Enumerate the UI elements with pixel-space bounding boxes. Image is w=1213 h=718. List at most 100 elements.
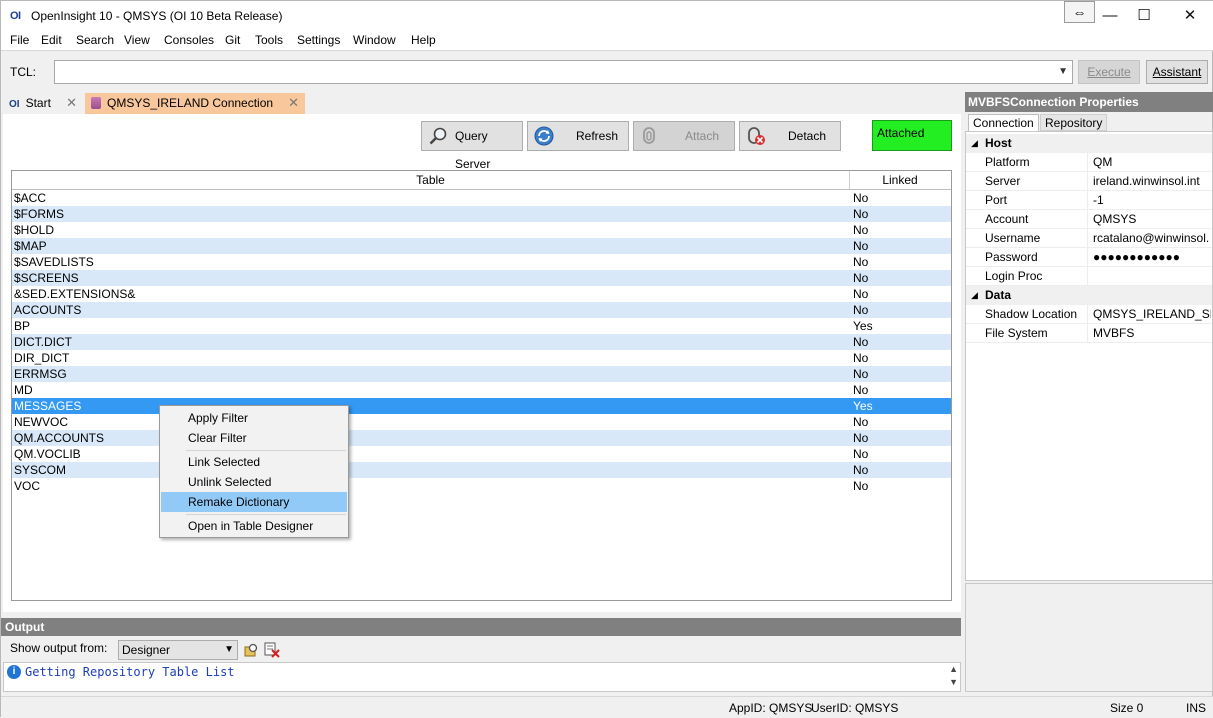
menu-item-open-table-designer[interactable]: Open in Table Designer	[161, 516, 347, 536]
property-value[interactable]: MVBFS	[1093, 324, 1211, 343]
chevron-down-icon[interactable]: ▼	[1058, 66, 1068, 77]
property-value[interactable]: QMSYS_IRELAND_SHA	[1093, 305, 1211, 324]
table-row[interactable]: ACCOUNTS No	[12, 302, 951, 318]
cell-table: MESSAGES	[14, 399, 82, 413]
cell-table: VOC	[14, 479, 41, 493]
property-name: Server	[985, 172, 1088, 191]
category-data[interactable]: ◢ Data	[966, 286, 1212, 305]
cell-linked: No	[853, 271, 869, 285]
find-output-icon[interactable]	[243, 642, 259, 658]
cell-linked: No	[853, 351, 869, 365]
property-value[interactable]: QMSYS	[1093, 210, 1211, 229]
table-row[interactable]: $SAVEDLISTS No	[12, 254, 951, 270]
menu-git[interactable]: Git	[225, 33, 240, 47]
close-icon[interactable]: ✕	[66, 93, 77, 113]
category-host[interactable]: ◢ Host	[966, 134, 1212, 153]
table-row[interactable]: $MAP No	[12, 238, 951, 254]
output-log[interactable]: i Getting Repository Table List ▲ ▼	[3, 662, 961, 692]
menu-search[interactable]: Search	[76, 33, 114, 47]
property-value[interactable]: ●●●●●●●●●●●●	[1093, 248, 1211, 267]
swap-layout-button[interactable]: ⇔	[1064, 1, 1095, 23]
table-row[interactable]: SYSCOM No	[12, 462, 951, 478]
tab-repository[interactable]: Repository	[1040, 114, 1108, 131]
table-row[interactable]: DICT.DICT No	[12, 334, 951, 350]
table-row[interactable]: NEWVOC No	[12, 414, 951, 430]
cell-linked: No	[853, 255, 869, 269]
collapse-icon[interactable]: ◢	[971, 286, 978, 305]
output-scrollbar[interactable]: ▲ ▼	[949, 663, 958, 689]
menu-file[interactable]: File	[10, 33, 29, 47]
property-row[interactable]: Login Proc	[966, 267, 1212, 286]
menu-tools[interactable]: Tools	[255, 33, 283, 47]
query-server-button[interactable]: Query Server	[421, 121, 523, 171]
table-row[interactable]: $SCREENS No	[12, 270, 951, 286]
table-row[interactable]: BP Yes	[12, 318, 951, 334]
menu-edit[interactable]: Edit	[41, 33, 62, 47]
table-row[interactable]: MESSAGES Yes	[12, 398, 951, 414]
menu-item-clear-filter[interactable]: Clear Filter	[161, 428, 347, 448]
menu-window[interactable]: Window	[353, 33, 396, 47]
property-row[interactable]: File System MVBFS	[966, 324, 1212, 343]
property-row[interactable]: Account QMSYS	[966, 210, 1212, 229]
table-row[interactable]: $FORMS No	[12, 206, 951, 222]
property-value[interactable]: QM	[1093, 153, 1211, 172]
assistant-button[interactable]: Assistant	[1146, 60, 1208, 84]
detach-icon	[748, 127, 765, 145]
output-source-select[interactable]: Designer ▼	[118, 640, 238, 660]
table-row[interactable]: QM.ACCOUNTS No	[12, 430, 951, 446]
attach-button[interactable]: Attach	[633, 121, 735, 151]
property-value[interactable]: ireland.winwinsol.int	[1093, 172, 1211, 191]
cell-linked: No	[853, 191, 869, 205]
refresh-button[interactable]: Refresh	[527, 121, 629, 151]
cell-linked: No	[853, 431, 869, 445]
tables-grid[interactable]: Table Linked $ACC No $FORMS No $HOLD No $MAP No…	[11, 170, 952, 601]
menu-view[interactable]: View	[124, 33, 150, 47]
table-row[interactable]: VOC No	[12, 478, 951, 494]
table-row[interactable]: DIR_DICT No	[12, 350, 951, 366]
table-row[interactable]: &SED.EXTENSIONS& No	[12, 286, 951, 302]
property-value[interactable]: rcatalano@winwinsol.	[1093, 229, 1211, 248]
cell-table: DIR_DICT	[14, 351, 70, 365]
menu-item-remake-dictionary[interactable]: Remake Dictionary	[161, 492, 347, 512]
context-menu: Apply Filter Clear Filter Link Selected …	[159, 405, 349, 538]
tab-qmsys-ireland-connection[interactable]: QMSYS_IRELAND Connection ✕	[85, 93, 305, 114]
property-row[interactable]: Shadow Location QMSYS_IRELAND_SHA	[966, 305, 1212, 324]
tab-start[interactable]: OI Start ✕	[3, 93, 83, 114]
menu-help[interactable]: Help	[411, 33, 436, 47]
execute-button[interactable]: Execute	[1078, 60, 1140, 84]
table-row[interactable]: MD No	[12, 382, 951, 398]
clear-output-icon[interactable]	[264, 642, 280, 658]
collapse-icon[interactable]: ◢	[971, 134, 978, 153]
column-header-table[interactable]: Table	[12, 171, 850, 189]
menu-consoles[interactable]: Consoles	[164, 33, 214, 47]
cell-linked: No	[853, 479, 869, 493]
cell-linked: No	[853, 223, 869, 237]
close-button[interactable]: ✕	[1178, 5, 1202, 27]
property-row[interactable]: Port -1	[966, 191, 1212, 210]
maximize-button[interactable]: ☐	[1132, 5, 1156, 27]
minimize-button[interactable]: —	[1098, 5, 1122, 27]
detach-button[interactable]: Detach	[739, 121, 841, 151]
table-row[interactable]: $HOLD No	[12, 222, 951, 238]
menu-item-link-selected[interactable]: Link Selected	[161, 452, 347, 472]
menu-item-unlink-selected[interactable]: Unlink Selected	[161, 472, 347, 492]
table-row[interactable]: ERRMSG No	[12, 366, 951, 382]
table-row[interactable]: $ACC No	[12, 190, 951, 206]
table-row[interactable]: QM.VOCLIB No	[12, 446, 951, 462]
property-row[interactable]: Server ireland.winwinsol.int	[966, 172, 1212, 191]
cell-linked: No	[853, 207, 869, 221]
tab-connection[interactable]: Connection	[968, 114, 1039, 131]
properties-tabs: Connection Repository	[965, 113, 1213, 131]
column-header-linked[interactable]: Linked	[850, 171, 950, 189]
property-row[interactable]: Username rcatalano@winwinsol.	[966, 229, 1212, 248]
tcl-input[interactable]: ▼	[54, 60, 1073, 84]
property-row[interactable]: Password ●●●●●●●●●●●●	[966, 248, 1212, 267]
property-grid: ◢ Host Platform QM Server ireland.winwinsol…	[965, 131, 1213, 581]
close-icon[interactable]: ✕	[288, 93, 299, 113]
property-row[interactable]: Platform QM	[966, 153, 1212, 172]
magnifier-icon	[429, 127, 447, 145]
property-value[interactable]: -1	[1093, 191, 1211, 210]
cell-table: $SAVEDLISTS	[14, 255, 94, 269]
menu-item-apply-filter[interactable]: Apply Filter	[161, 408, 347, 428]
menu-settings[interactable]: Settings	[297, 33, 340, 47]
